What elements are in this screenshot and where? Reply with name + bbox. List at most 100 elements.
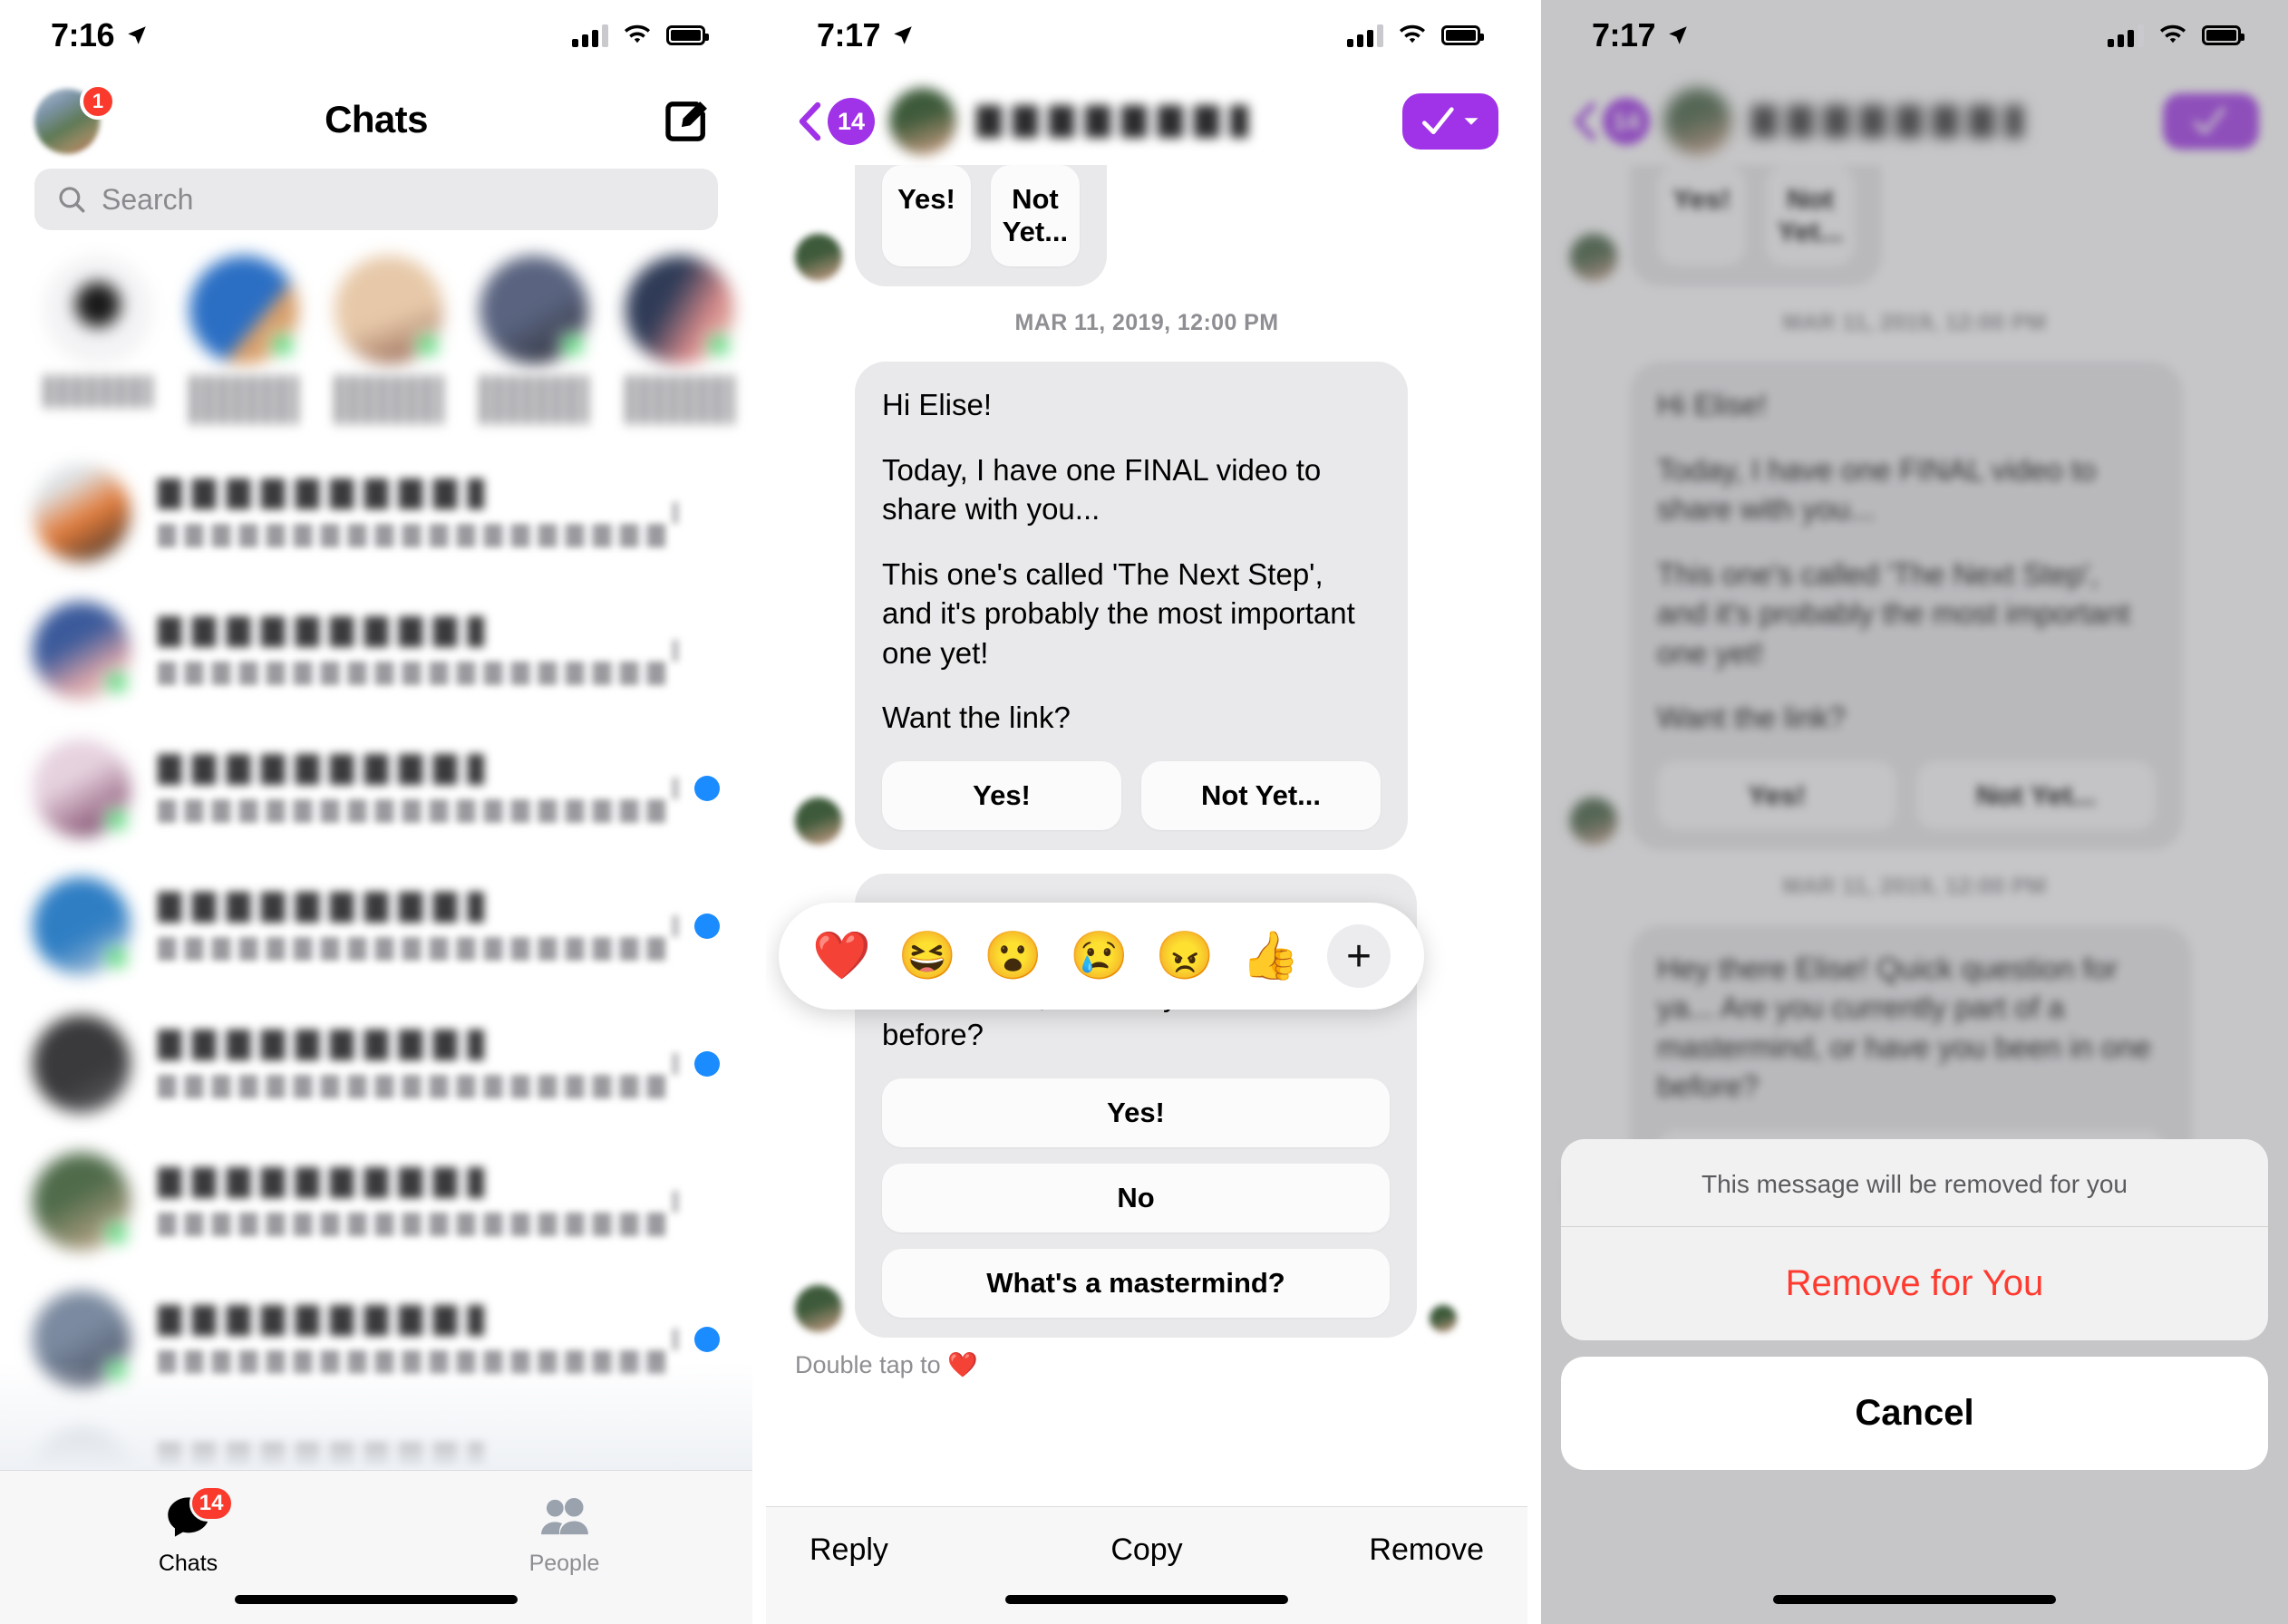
avatar <box>33 602 131 700</box>
reaction-wow-icon[interactable]: 😮 <box>984 933 1042 980</box>
tab-badge-chats: 14 <box>189 1485 234 1522</box>
status-bar-right <box>1347 24 1484 47</box>
quick-reply-button[interactable]: Yes! <box>882 760 1121 830</box>
list-item[interactable] <box>0 582 752 720</box>
chat-name <box>158 478 484 509</box>
list-item[interactable] <box>0 444 752 582</box>
chevron-left-icon <box>799 102 821 141</box>
active-now-stories[interactable] <box>0 256 752 433</box>
quick-reply-group[interactable]: Yes! Not Yet... <box>882 760 1381 830</box>
wifi-icon <box>2160 24 2186 44</box>
quick-reply-group[interactable]: Yes! No What's a mastermind? <box>882 1078 1390 1319</box>
avatar <box>33 877 131 975</box>
story-item[interactable] <box>461 256 606 433</box>
chat-time <box>673 1329 678 1350</box>
online-indicator <box>559 332 587 359</box>
reaction-sad-icon[interactable]: 😢 <box>1070 933 1129 980</box>
quick-reply-button[interactable]: Not Yet... <box>990 165 1080 266</box>
cancel-button[interactable]: Cancel <box>1561 1357 2268 1470</box>
message-bubble[interactable]: Yes! Not Yet... <box>855 165 1107 286</box>
message-paragraph: Today, I have one FINAL video to share w… <box>882 452 1322 527</box>
chat-time <box>673 1191 678 1213</box>
chat-preview <box>158 1350 665 1374</box>
quick-reply-group[interactable]: Yes! Not Yet... <box>882 165 1080 266</box>
contact-name[interactable] <box>976 105 1248 138</box>
quick-reply-button[interactable]: Yes! <box>882 1078 1390 1148</box>
online-indicator <box>103 1220 131 1247</box>
avatar <box>33 464 131 562</box>
home-indicator <box>235 1595 518 1604</box>
story-name <box>189 375 298 424</box>
quick-reply-button[interactable]: What's a mastermind? <box>882 1249 1390 1319</box>
quick-reply-button[interactable]: Yes! <box>882 165 971 266</box>
wifi-icon <box>625 24 650 44</box>
reaction-angry-icon[interactable]: 😠 <box>1156 933 1215 980</box>
avatar <box>189 256 298 364</box>
chat-preview <box>158 1075 665 1098</box>
remove-button[interactable]: Remove <box>1259 1532 1527 1568</box>
action-sheet-message: This message will be removed for you <box>1561 1139 2268 1227</box>
list-item[interactable] <box>0 720 752 857</box>
chat-name <box>158 616 484 647</box>
contact-avatar[interactable] <box>889 88 956 155</box>
back-button[interactable]: 14 <box>795 98 875 145</box>
location-arrow-icon <box>128 26 146 44</box>
message-scroll-area[interactable]: Yes! Not Yet... MAR 11, 2019, 12:00 PM H… <box>766 165 1527 1506</box>
mark-done-button[interactable] <box>1402 93 1498 150</box>
chat-name <box>158 1167 484 1198</box>
list-item-text <box>158 754 665 823</box>
story-item[interactable] <box>170 256 315 433</box>
quick-reply-button[interactable]: No <box>882 1164 1390 1233</box>
list-item-text <box>158 892 665 961</box>
chevron-down-icon <box>1464 118 1478 125</box>
list-item-text <box>158 1305 665 1374</box>
unread-dot <box>694 914 720 939</box>
copy-button[interactable]: Copy <box>1034 1532 1259 1568</box>
list-item[interactable] <box>0 995 752 1133</box>
story-item[interactable] <box>25 256 170 433</box>
status-bar-right <box>572 24 709 47</box>
plus-icon[interactable]: + <box>1326 924 1391 988</box>
reaction-heart-icon[interactable]: ❤️ <box>812 933 871 980</box>
three-panel-screenshot: 7:16 1 Chats Search 14 Chats People 7:17… <box>0 0 2288 1624</box>
list-item[interactable] <box>0 1133 752 1271</box>
status-bar-right <box>2108 24 2244 47</box>
list-item-text <box>158 1167 665 1236</box>
reaction-thumbsup-icon[interactable]: 👍 <box>1241 933 1300 980</box>
remove-for-you-button[interactable]: Remove for You <box>1561 1227 2268 1340</box>
panel-remove-confirmation: 14 Yes! Not Yet... MAR 11, 2019, 12:00 P… <box>1541 0 2288 1624</box>
message-bubble[interactable]: Hi Elise! Today, I have one FINAL video … <box>855 362 1408 850</box>
reaction-laugh-icon[interactable]: 😆 <box>898 933 957 980</box>
page-title: Chats <box>325 98 428 140</box>
action-sheet: This message will be removed for you Rem… <box>1561 1139 2268 1470</box>
story-item[interactable] <box>316 256 461 433</box>
reply-button[interactable]: Reply <box>766 1532 1034 1568</box>
status-bar: 7:17 <box>766 0 1527 71</box>
unread-dot <box>694 776 720 801</box>
list-item-text <box>158 616 665 685</box>
message-action-bar[interactable]: Reply Copy Remove <box>766 1506 1527 1624</box>
list-item[interactable] <box>0 1271 752 1408</box>
status-time: 7:17 <box>1592 16 1656 53</box>
avatar <box>795 797 842 845</box>
quick-reply-button[interactable]: Not Yet... <box>1141 760 1381 830</box>
wifi-icon <box>1400 24 1425 44</box>
read-receipt-avatar <box>1430 1305 1457 1333</box>
chat-list[interactable] <box>0 444 752 1526</box>
list-item[interactable] <box>0 857 752 995</box>
chat-time <box>673 778 678 799</box>
chats-header: 1 Chats <box>0 78 752 161</box>
compose-icon[interactable] <box>662 96 713 147</box>
chat-preview <box>158 1213 665 1236</box>
tab-label-people: People <box>528 1551 600 1576</box>
search-input[interactable]: Search <box>34 169 718 230</box>
list-item-text <box>158 478 665 547</box>
avatar <box>44 256 153 364</box>
thread-header: 14 <box>766 78 1527 165</box>
status-time: 7:16 <box>51 16 115 53</box>
story-item[interactable] <box>607 256 752 433</box>
people-icon <box>536 1491 594 1543</box>
online-indicator <box>414 332 442 359</box>
reaction-picker[interactable]: ❤️ 😆 😮 😢 😠 👍 + <box>779 903 1424 1010</box>
